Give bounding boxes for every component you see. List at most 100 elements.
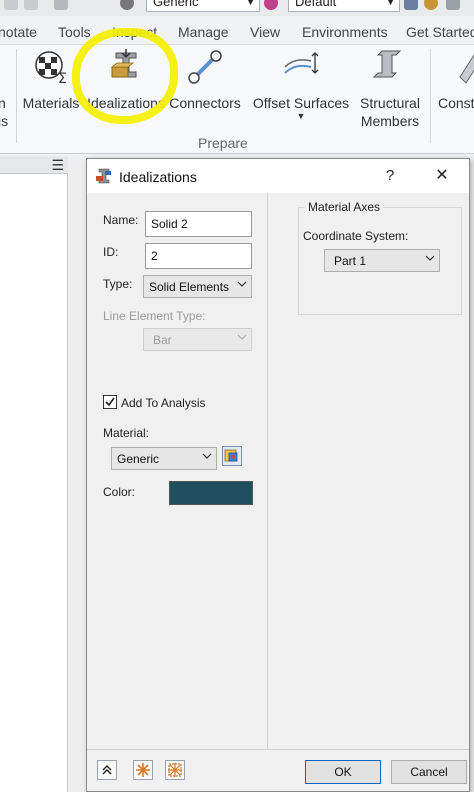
structural-members-icon <box>372 50 402 78</box>
material-sphere-icon[interactable] <box>120 0 134 10</box>
chevron-down-icon <box>202 453 212 459</box>
color-swatch[interactable] <box>169 481 253 505</box>
material-axes-panel: Material Axes Coordinate System: Part 1 <box>269 193 469 749</box>
offset-surfaces-button[interactable]: Offset Surfaces ▼ <box>250 47 352 123</box>
materials-icon: Σ <box>35 51 67 87</box>
ribbon-tabs: notate Tools Inspect Manage View Environ… <box>0 20 474 44</box>
multi-sparkle-icon <box>168 763 182 777</box>
ok-button[interactable]: OK <box>305 760 381 784</box>
material-axes-title: Material Axes <box>305 200 384 214</box>
adjust-icon[interactable] <box>424 0 438 10</box>
offset-surfaces-icon <box>284 52 319 74</box>
material-select[interactable]: Generic <box>111 447 217 470</box>
appearance-sphere-icon[interactable] <box>264 0 278 10</box>
name-field[interactable]: Solid 2 <box>145 211 252 237</box>
coordinate-system-value: Part 1 <box>334 254 367 268</box>
quick-access-toolbar: Generic ▼ Default ▼ <box>0 0 474 16</box>
close-button[interactable]: ✕ <box>431 165 453 187</box>
coordinate-system-select[interactable]: Part 1 <box>324 249 440 272</box>
material-browser-icon <box>224 449 238 462</box>
tab-inspect[interactable]: Inspect <box>112 24 157 40</box>
type-select[interactable]: Solid Elements <box>143 275 252 298</box>
idealization-properties: Name: Solid 2 ID: 2 Type: Solid Elements… <box>87 193 268 749</box>
offset-surfaces-label: Offset Surfaces <box>252 95 350 111</box>
construction-icon <box>459 54 474 84</box>
dialog-button-bar: OK Cancel <box>87 749 469 791</box>
id-label: ID: <box>103 245 119 259</box>
connectors-button[interactable]: Connectors <box>168 47 242 123</box>
cut-off-label: n <box>0 95 6 111</box>
tab-environments[interactable]: Environments <box>302 24 388 40</box>
redo-icon[interactable] <box>24 0 38 10</box>
structural-members-label-2: Members <box>360 113 420 129</box>
connectors-icon <box>188 50 222 84</box>
materials-label: Materials <box>22 95 80 111</box>
tab-get-started[interactable]: Get Started <box>406 24 474 40</box>
type-select-value: Solid Elements <box>149 280 230 294</box>
chevron-down-icon <box>425 255 435 261</box>
multi-select-button[interactable] <box>165 760 185 780</box>
tab-annotate[interactable]: notate <box>0 24 37 40</box>
browser-header: ☰ <box>0 156 68 174</box>
panel-separator <box>430 49 431 143</box>
line-element-type-value: Bar <box>153 333 172 347</box>
color-label: Color: <box>103 485 136 499</box>
svg-text:Σ: Σ <box>58 71 67 87</box>
materials-button[interactable]: Σ Materials <box>20 47 82 123</box>
idealizations-label: Idealizations <box>87 95 165 111</box>
clear-override-icon[interactable] <box>404 0 418 10</box>
sparkle-icon <box>136 763 150 777</box>
material-label: Material: <box>103 426 150 440</box>
material-select-value: Generic <box>117 452 160 466</box>
idealizations-button[interactable]: Idealizations <box>84 47 168 123</box>
dialog-titlebar[interactable]: Idealizations ? ✕ <box>87 159 469 193</box>
appearance-combo-value: Default <box>295 0 337 9</box>
hamburger-menu-icon[interactable]: ☰ <box>51 157 64 174</box>
coordinate-system-label: Coordinate System: <box>303 229 409 243</box>
add-to-analysis-checkbox[interactable] <box>103 395 117 409</box>
material-combo[interactable]: Generic ▼ <box>146 0 260 12</box>
cancel-button[interactable]: Cancel <box>391 760 467 784</box>
tab-tools[interactable]: Tools <box>58 24 91 40</box>
chevron-down-icon[interactable]: ▼ <box>250 111 352 121</box>
construction-label: Const <box>438 95 474 111</box>
collapse-button[interactable] <box>97 760 117 780</box>
id-field[interactable]: 2 <box>145 243 252 269</box>
double-chevron-up-icon <box>102 765 112 775</box>
ribbon: Generic ▼ Default ▼ notate Tools Inspect… <box>0 0 474 156</box>
dialog-title: Idealizations <box>119 169 197 185</box>
appearance-combo[interactable]: Default ▼ <box>288 0 400 12</box>
chevron-down-icon: ▼ <box>386 0 395 7</box>
line-element-type-select[interactable]: Bar <box>143 328 252 351</box>
structural-members-button[interactable]: Structural Members <box>354 47 426 129</box>
add-to-analysis-label[interactable]: Add To Analysis <box>121 396 206 410</box>
name-label: Name: <box>103 213 139 227</box>
idealizations-icon <box>110 49 137 78</box>
structural-members-label-1: Structural <box>360 95 420 111</box>
undo-icon[interactable] <box>4 0 18 10</box>
chevron-down-icon: ▼ <box>246 0 255 7</box>
checkmark-icon <box>105 397 115 407</box>
idealizations-icon <box>96 168 111 184</box>
chevron-down-icon <box>237 281 247 287</box>
material-combo-value: Generic <box>153 0 199 9</box>
line-element-type-label: Line Element Type: <box>103 309 206 323</box>
parameters-icon[interactable] <box>446 0 460 10</box>
measure-icon[interactable] <box>54 0 68 10</box>
cut-off-label: is <box>0 113 9 129</box>
material-axes-group: Material Axes Coordinate System: Part 1 <box>298 200 462 315</box>
material-browser-button[interactable] <box>222 446 242 466</box>
panel-separator <box>16 49 17 143</box>
type-label: Type: <box>103 277 133 291</box>
help-button[interactable]: ? <box>379 165 401 187</box>
model-browser: ☰ <box>0 156 68 792</box>
prepare-panel: n is Σ Materials Idealizations <box>0 44 474 154</box>
construction-button[interactable]: Const <box>438 47 474 123</box>
tab-view[interactable]: View <box>250 24 280 40</box>
panel-label: Prepare <box>198 135 248 151</box>
connectors-label: Connectors <box>169 95 241 111</box>
new-idealization-button[interactable] <box>133 760 153 780</box>
tab-manage[interactable]: Manage <box>178 24 229 40</box>
chevron-down-icon <box>237 334 247 340</box>
idealizations-dialog: Idealizations ? ✕ Name: Solid 2 ID: 2 Ty… <box>86 158 470 792</box>
